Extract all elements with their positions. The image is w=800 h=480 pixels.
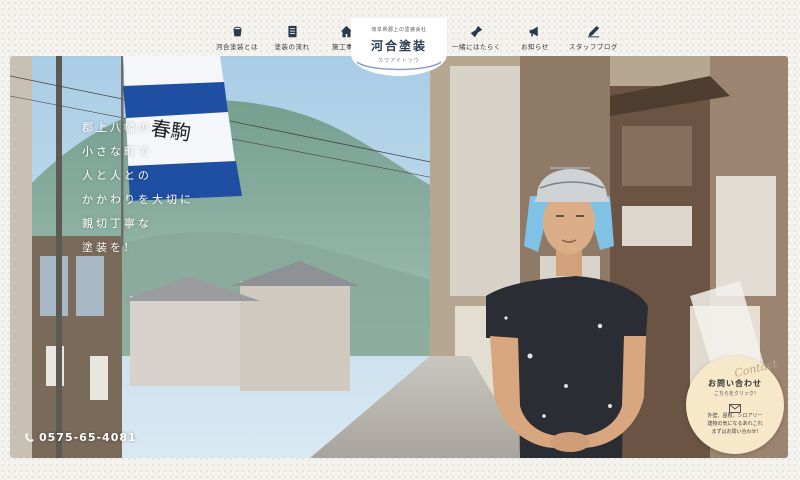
document-icon [285, 24, 299, 38]
catch-line: 人と人との [82, 169, 152, 182]
nav-right: 一緒にはたらく お知らせ スタッフブログ [452, 24, 618, 51]
contact-text-line: 外壁、屋根、シロアリー [707, 413, 763, 419]
paint-brush-icon [469, 24, 483, 38]
nav-blog-label: スタッフブログ [568, 43, 618, 51]
logo-title: 河合塗装 [370, 39, 427, 53]
hero-catchphrase: 郡上八幡の 小さな町で 人と人との かかわりを大切に 親切丁寧な 塗装を! [82, 116, 194, 260]
logo-subtitle: 岐阜県郡上の塗装会社 [371, 27, 427, 33]
contact-text-line: 建物の気になるあれこれ [707, 421, 763, 427]
nav-about[interactable]: 河合塗装とは [216, 24, 258, 51]
nav-flow[interactable]: 塗装の流れ [272, 24, 312, 51]
phone-icon [24, 428, 35, 447]
phone-link[interactable]: 0575-65-4081 [24, 428, 137, 447]
nav-about-label: 河合塗装とは [216, 43, 258, 51]
nav-blog[interactable]: スタッフブログ [569, 24, 618, 51]
catch-line: 塗装を! [82, 241, 132, 254]
contact-text-line: まずはお問い合わせ! [711, 429, 759, 435]
paint-bucket-icon [230, 24, 244, 38]
contact-title: お問い合わせ [708, 379, 762, 388]
nav-news[interactable]: お知らせ [515, 24, 555, 51]
nav-recruit-label: 一緒にはたらく [452, 43, 501, 51]
logo-kana: カワアイトソウ [378, 58, 420, 64]
nav-news-label: お知らせ [520, 43, 549, 51]
hero-image: 春駒 郡上八幡の 小さな町で 人と人との かかわりを大切に 親切丁寧な 塗装を!… [10, 56, 788, 458]
catch-line: 小さな町で [82, 145, 152, 158]
site-header: 河合塗装とは 塗装の流れ 施工事例 岐阜県郡上の塗装会社 河合塗装 カワアイトソ… [0, 0, 800, 76]
nav-left: 河合塗装とは 塗装の流れ 施工事例 [216, 24, 366, 51]
contact-subtitle: こちらをクリック! [713, 391, 756, 397]
site-logo[interactable]: 岐阜県郡上の塗装会社 河合塗装 カワアイトソウ [351, 18, 447, 78]
catch-line: かかわりを大切に [82, 193, 194, 206]
nav-flow-label: 塗装の流れ [274, 43, 310, 51]
contact-description: 外壁、屋根、シロアリー 建物の気になるあれこれ まずはお問い合わせ! [686, 412, 784, 436]
catch-line: 郡上八幡の [82, 121, 152, 134]
megaphone-icon [528, 24, 542, 38]
pen-icon [586, 24, 600, 38]
phone-number: 0575-65-4081 [39, 431, 137, 444]
contact-script: Contact [733, 356, 779, 381]
contact-button[interactable]: Contact お問い合わせ こちらをクリック! 外壁、屋根、シロアリー 建物の… [686, 356, 784, 454]
catch-line: 親切丁寧な [82, 217, 152, 230]
nav-recruit[interactable]: 一緒にはたらく [452, 24, 501, 51]
page: 河合塗装とは 塗装の流れ 施工事例 岐阜県郡上の塗装会社 河合塗装 カワアイトソ… [0, 0, 800, 480]
mail-icon [729, 398, 741, 413]
